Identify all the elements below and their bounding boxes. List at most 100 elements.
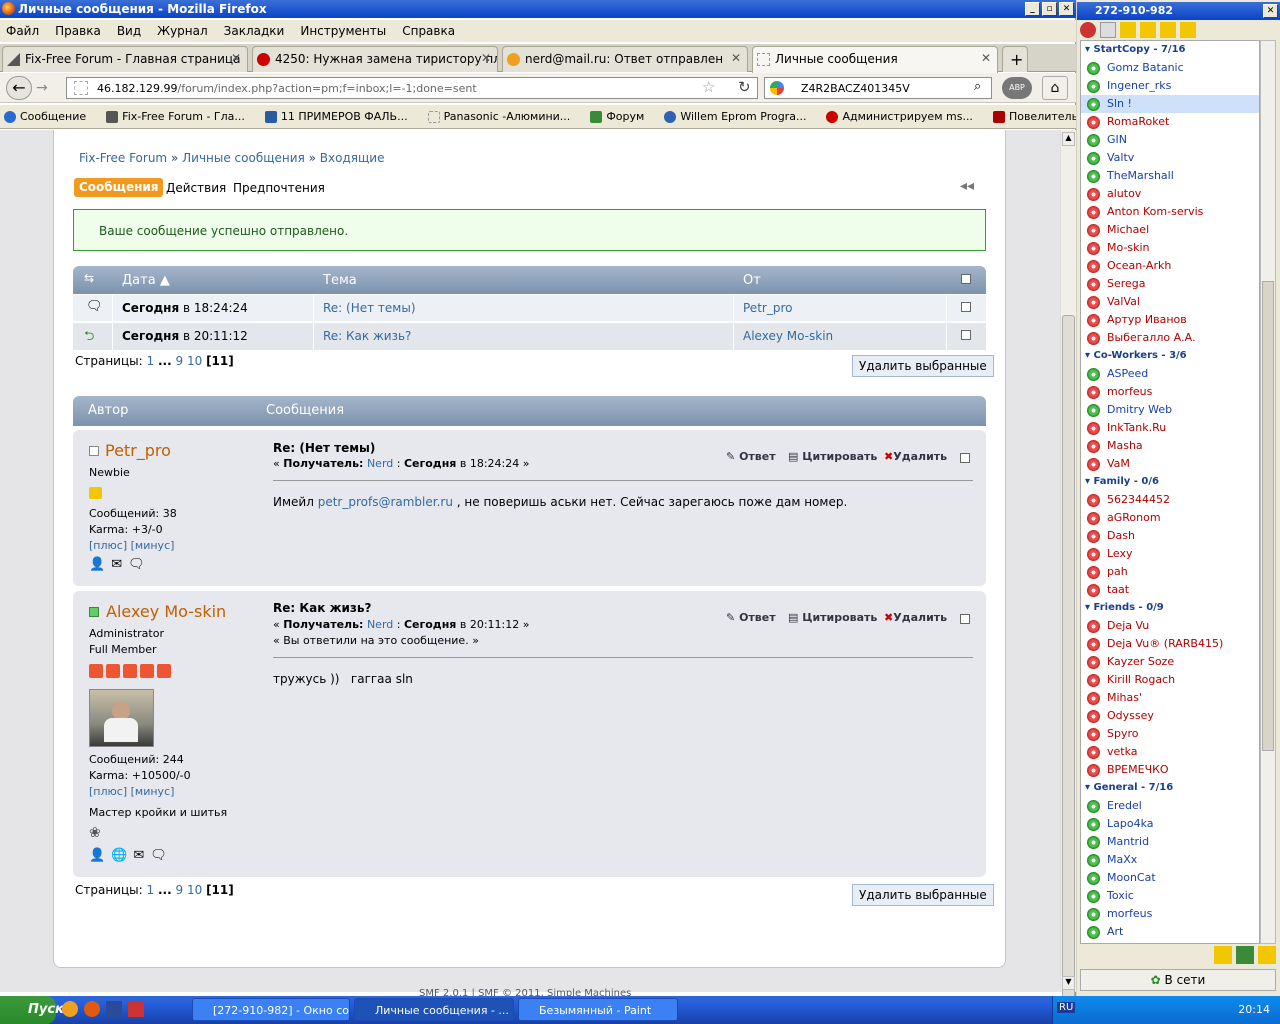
icq-contact[interactable]: 562344452	[1081, 491, 1259, 509]
toolbar-icon[interactable]	[1180, 22, 1196, 38]
delete-button[interactable]: ✖Удалить	[884, 611, 947, 624]
menu-history[interactable]: Журнал	[157, 24, 208, 38]
breadcrumb-pm[interactable]: Личные сообщения	[182, 151, 305, 165]
page-link[interactable]: 1	[147, 354, 155, 368]
row-checkbox[interactable]	[961, 302, 971, 312]
recipient-link[interactable]: Nerd	[367, 618, 393, 631]
icq-contact[interactable]: vetka	[1081, 743, 1259, 761]
post-checkbox[interactable]	[960, 453, 970, 463]
row-subject-link[interactable]: Re: Как жизь?	[323, 329, 411, 343]
reply-button[interactable]: ✎ Ответ	[726, 450, 776, 463]
page-link[interactable]: 10	[187, 883, 202, 897]
adblock-icon[interactable]: ABP	[1002, 77, 1032, 99]
icq-contact[interactable]: Ingener_rks	[1081, 77, 1259, 95]
karma-plus-link[interactable]: [плюс]	[89, 785, 127, 798]
maximize-button[interactable]: ▫	[1042, 2, 1057, 16]
icq-group-header[interactable]: ▾ Co-Workers - 3/6	[1081, 347, 1259, 365]
page-scrollbar[interactable]: ▲ ▼	[1060, 130, 1076, 1010]
task-icq[interactable]: [272-910-982] - Окно со...	[192, 998, 350, 1021]
forward-button[interactable]: →	[36, 78, 54, 98]
icq-group-header[interactable]: ▾ Family - 0/6	[1081, 473, 1259, 491]
delete-selected-button[interactable]: Удалить выбранные	[852, 884, 994, 906]
email-icon[interactable]: ✉	[111, 557, 122, 572]
icq-contact[interactable]: Mantrid	[1081, 833, 1259, 851]
icq-contact[interactable]: ASPeed	[1081, 365, 1259, 383]
icq-contact[interactable]: Lexy	[1081, 545, 1259, 563]
quote-button[interactable]: ▤ Цитировать	[788, 450, 877, 463]
toolbar-icon[interactable]	[1120, 22, 1136, 38]
karma-plus-link[interactable]: [плюс]	[89, 539, 127, 552]
icq-close-button[interactable]: ✕	[1263, 4, 1278, 18]
page-link[interactable]: 1	[147, 883, 155, 897]
icq-contact[interactable]: Michael	[1081, 221, 1259, 239]
task-firefox[interactable]: Личные сообщения - ...	[354, 998, 514, 1021]
task-paint[interactable]: Безымянный - Paint	[518, 998, 678, 1021]
tab-private-messages[interactable]: Личные сообщения ✕	[752, 46, 998, 73]
bookmark-item[interactable]: Panasonic -Алюмини...	[427, 110, 570, 123]
icq-contact[interactable]: Dmitry Web	[1081, 401, 1259, 419]
recipient-link[interactable]: Nerd	[367, 457, 393, 470]
tab-tiristor[interactable]: 4250: Нужная замена тиристору плат...✕	[252, 46, 498, 72]
icq-contact[interactable]: Deja Vu	[1081, 617, 1259, 635]
post-author-link[interactable]: Petr_pro	[105, 441, 171, 460]
collapse-icon[interactable]: ◂◂	[960, 178, 974, 194]
bookmark-item[interactable]: Fix-Free Forum - Гла...	[106, 110, 245, 123]
icq-contact[interactable]: ВРЕМЕЧКО	[1081, 761, 1259, 779]
icq-contact[interactable]: Артур Иванов	[1081, 311, 1259, 329]
icq-contact[interactable]: taat	[1081, 581, 1259, 599]
icq-group-header[interactable]: ▾ General - 7/16	[1081, 779, 1259, 797]
email-link[interactable]: petr_profs@rambler.ru	[318, 495, 453, 509]
bookmark-item[interactable]: Willem Eprom Progra...	[664, 110, 806, 123]
icq-contact[interactable]: Lapo4ka	[1081, 815, 1259, 833]
tab-mail[interactable]: nerd@mail.ru: Ответ отправлен ✕	[502, 46, 748, 72]
toggle-icon[interactable]: ⇆	[84, 271, 100, 287]
profile-icon[interactable]: 👤	[89, 557, 105, 572]
close-tab-icon[interactable]: ✕	[231, 51, 241, 65]
icq-contact[interactable]: pah	[1081, 563, 1259, 581]
tab-actions[interactable]: Действия	[166, 181, 226, 195]
reload-icon[interactable]: ↻	[738, 78, 751, 96]
pm-icon[interactable]: 🗨	[128, 557, 145, 572]
icq-scrollbar[interactable]	[1260, 40, 1276, 944]
quote-button[interactable]: ▤ Цитировать	[788, 611, 877, 624]
icq-contact[interactable]: Mo-skin	[1081, 239, 1259, 257]
select-all-checkbox[interactable]	[961, 274, 971, 284]
icq-contact[interactable]: morfeus	[1081, 383, 1259, 401]
icq-contact[interactable]: Deja Vu® (RARB415)	[1081, 635, 1259, 653]
icq-contact[interactable]: Mihas'	[1081, 689, 1259, 707]
page-link[interactable]: 10	[187, 354, 202, 368]
bookmark-item[interactable]: Форум	[590, 110, 644, 123]
icq-contact[interactable]: MaXx	[1081, 851, 1259, 869]
toolbar-icon[interactable]	[1214, 946, 1232, 964]
website-icon[interactable]: 🌐	[111, 848, 127, 863]
delete-selected-button[interactable]: Удалить выбранные	[852, 355, 994, 377]
page-link[interactable]: 9	[175, 883, 183, 897]
karma-minus-link[interactable]: [минус]	[131, 539, 175, 552]
row-from-link[interactable]: Alexey Mo-skin	[743, 329, 833, 343]
bookmark-item[interactable]: 11 ПРИМЕРОВ ФАЛЬ...	[264, 110, 408, 123]
page-link[interactable]: 9	[175, 354, 183, 368]
url-bar[interactable]: 46.182.129.99/forum/index.php?action=pm;…	[66, 77, 758, 99]
toolbar-icon[interactable]	[1258, 946, 1276, 964]
post-checkbox[interactable]	[960, 614, 970, 624]
toolbar-icon[interactable]	[1160, 22, 1176, 38]
icq-contact[interactable]: Spyro	[1081, 725, 1259, 743]
scroll-thumb[interactable]	[1062, 315, 1075, 1010]
menu-bookmarks[interactable]: Закладки	[224, 24, 285, 38]
icq-contact[interactable]: TheMarshall	[1081, 167, 1259, 185]
column-date[interactable]: Дата ▲	[122, 273, 170, 288]
new-tab-button[interactable]: +	[1002, 46, 1028, 72]
icq-contact[interactable]: RomaRoket	[1081, 113, 1259, 131]
icq-contact[interactable]: Ocean-Arkh	[1081, 257, 1259, 275]
toolbar-icon[interactable]	[1140, 22, 1156, 38]
icq-contact[interactable]: morfeus	[1081, 905, 1259, 923]
language-indicator[interactable]: RU	[1057, 1002, 1076, 1013]
close-tab-icon[interactable]: ✕	[481, 51, 491, 65]
tab-preferences[interactable]: Предпочтения	[233, 181, 325, 195]
icq-contact[interactable]: Sln !	[1081, 95, 1259, 113]
bookmark-star-icon[interactable]: ☆	[702, 78, 715, 96]
toolbar-icon[interactable]	[1100, 22, 1116, 38]
icq-scroll-thumb[interactable]	[1262, 281, 1274, 751]
icq-contact[interactable]: ValVal	[1081, 293, 1259, 311]
bookmark-item[interactable]: Повелитель табуре...	[992, 110, 1076, 123]
